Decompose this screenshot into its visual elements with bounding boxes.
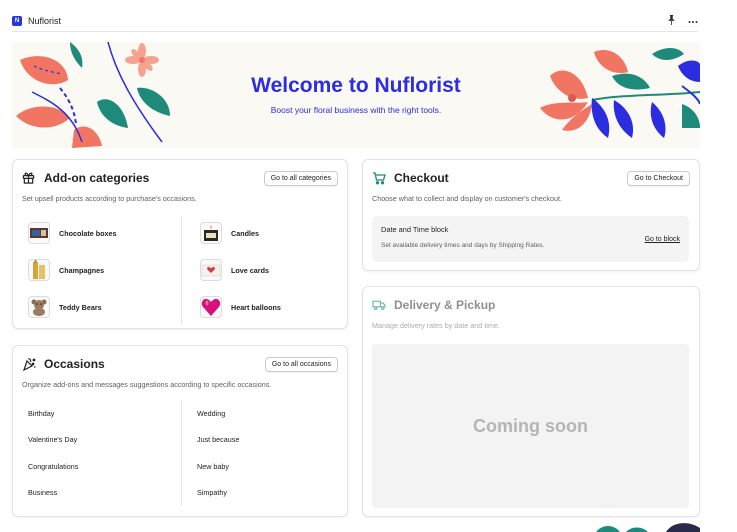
occasion-list: Birthday Valentine's Day Congratulations… [22,400,340,506]
addon-categories-card: Add-on categories Go to all categories S… [12,159,348,329]
occasions-title: Occasions [44,357,105,371]
occasions-card: Occasions Go to all occasions Organize a… [12,345,348,517]
go-to-block-link[interactable]: Go to block [645,236,680,243]
champagne-thumbnail [28,259,50,281]
app-logo: N [12,15,22,26]
occasion-item[interactable]: Business [28,483,175,503]
love-card-thumbnail [200,259,222,281]
addon-categories-description: Set upsell products according to purchas… [22,194,197,203]
occasion-item[interactable]: New baby [197,456,334,476]
checkout-description: Choose what to collect and display on cu… [372,194,562,203]
go-to-all-categories-button[interactable]: Go to all categories [263,170,338,186]
delivery-pickup-description: Manage delivery rates by date and time. [372,321,500,330]
checkout-card: Checkout Go to Checkout Choose what to c… [362,159,700,271]
welcome-banner: Welcome to Nuflorist Boost your floral b… [12,42,700,148]
floral-bottom-decoration [596,523,700,532]
category-teddy-bears[interactable]: Teddy Bears [28,294,175,320]
app-header: N Nuflorist [12,10,698,32]
category-heart-balloons[interactable]: Heart balloons [200,294,334,320]
category-label: Champagnes [59,265,105,275]
banner-title: Welcome to Nuflorist [251,74,461,97]
go-to-all-occasions-button[interactable]: Go to all occasions [264,356,338,372]
category-chocolate-boxes[interactable]: Chocolate boxes [28,220,175,246]
coming-soon-placeholder: Coming soon [372,344,689,508]
occasion-item[interactable]: Wedding [197,403,334,423]
gift-icon [22,171,36,185]
addon-categories-title: Add-on categories [44,171,150,185]
category-candles[interactable]: Candles [200,220,334,246]
category-label: Heart balloons [231,302,281,312]
occasion-item[interactable]: Congratulations [28,456,175,476]
category-label: Teddy Bears [59,302,102,312]
category-champagnes[interactable]: Champagnes [28,257,175,283]
banner-subtitle: Boost your floral business with the righ… [270,105,442,115]
go-to-checkout-button[interactable]: Go to Checkout [627,170,690,186]
block-title: Date and Time block [381,225,449,234]
checkout-title: Checkout [394,171,449,185]
category-label: Chocolate boxes [59,228,117,238]
delivery-pickup-title: Delivery & Pickup [394,298,496,312]
coming-soon-text: Coming soon [473,415,588,436]
confetti-icon [22,357,36,371]
chocolate-box-thumbnail [28,222,50,244]
truck-icon [372,298,386,312]
cart-icon [372,171,386,185]
occasion-item[interactable]: Valentine's Day [28,430,175,450]
pin-icon[interactable] [667,14,676,27]
occasion-item[interactable]: Just because [197,430,334,450]
candle-thumbnail [200,222,222,244]
occasions-description: Organize add-ons and messages suggestion… [22,380,272,389]
delivery-pickup-card: Delivery & Pickup Manage delivery rates … [362,286,700,517]
block-description: Set available delivery times and days by… [381,242,545,249]
occasion-item[interactable]: Birthday [28,403,175,423]
app-title: Nuflorist [28,15,62,26]
teddy-bear-thumbnail [28,296,50,318]
category-label: Candles [231,228,259,238]
category-label: Love cards [231,265,269,275]
occasion-item[interactable]: Simpathy [197,483,334,503]
category-love-cards[interactable]: Love cards [200,257,334,283]
date-time-block: Date and Time block Set available delive… [372,216,689,262]
heart-balloon-thumbnail [200,296,222,318]
category-list: Chocolate boxes Champagnes Teddy Bears C… [22,216,340,324]
more-horizontal-icon[interactable] [688,16,698,26]
